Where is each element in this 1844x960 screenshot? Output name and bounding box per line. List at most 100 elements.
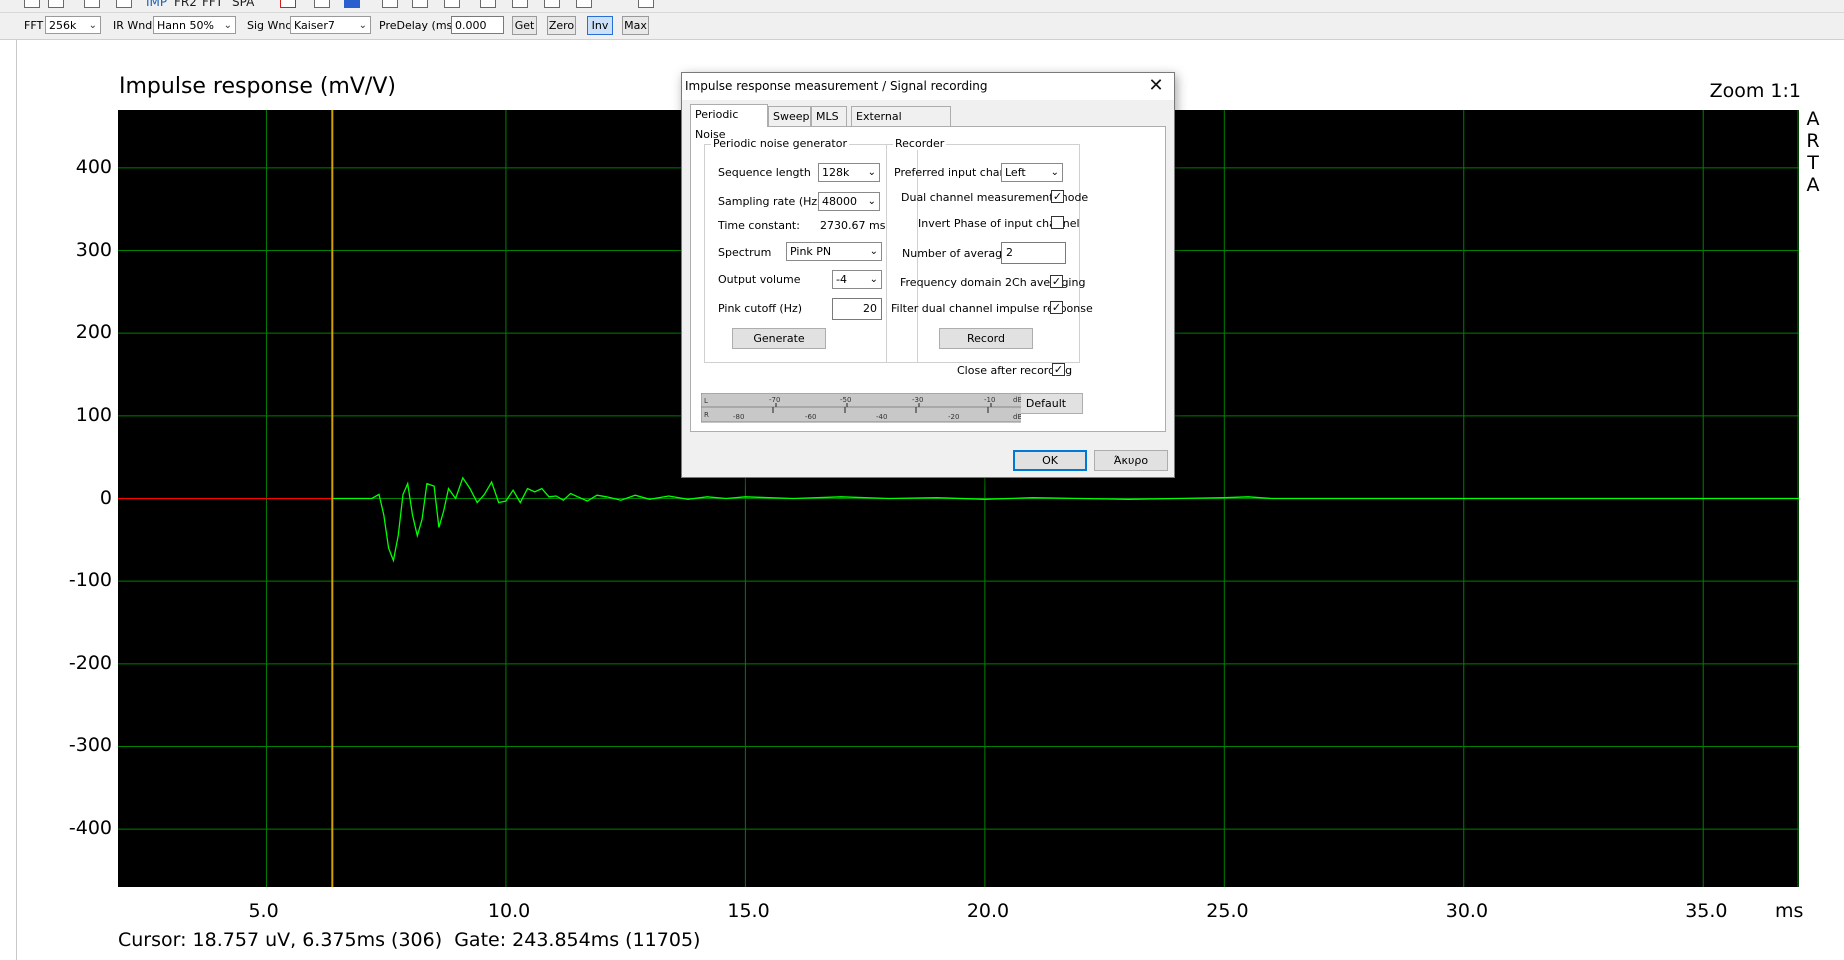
- spectrum-select[interactable]: Pink PN ⌄: [786, 242, 882, 261]
- logo-letter: A: [1806, 174, 1820, 196]
- chart-scale-icon[interactable]: [512, 0, 528, 8]
- meter-tick-label: -50: [840, 396, 851, 404]
- window-icon[interactable]: [576, 0, 592, 8]
- pink-cutoff-input[interactable]: 20: [832, 298, 882, 320]
- measurement-dialog: Impulse response measurement / Signal re…: [681, 72, 1175, 478]
- meter-l-label: L: [704, 397, 708, 405]
- sampling-rate-value: 48000: [822, 195, 857, 208]
- print-icon[interactable]: [116, 0, 132, 8]
- overlay-delete-icon[interactable]: [444, 0, 460, 8]
- main-toolbar: IMP FR2 FFT SPA: [0, 0, 1844, 13]
- generator-icon[interactable]: [314, 0, 330, 8]
- sampling-rate-select[interactable]: 48000 ⌄: [818, 192, 880, 211]
- freq-domain-checkbox[interactable]: ✓: [1050, 275, 1063, 288]
- fft-size-select[interactable]: 256k ⌄: [45, 16, 101, 34]
- chevron-down-icon: ⌄: [867, 167, 876, 178]
- close-icon[interactable]: ✕: [1144, 74, 1168, 98]
- inv-button[interactable]: Inv: [587, 16, 613, 35]
- input-level-meter: L R -70 -50 -30 -10 dB -80 -60 -40 -20 dB: [701, 393, 1021, 423]
- logo-letter: A: [1806, 108, 1820, 130]
- get-button[interactable]: Get: [512, 16, 537, 35]
- preferred-input-select[interactable]: Left ⌄: [1001, 163, 1063, 182]
- sig-window-label: Sig Wnd: [247, 19, 293, 32]
- window-left-border: [16, 40, 17, 960]
- tab-panel: Periodic noise generator Sequence length…: [690, 126, 1166, 432]
- copy-icon[interactable]: [84, 0, 100, 8]
- fft-size-value: 256k: [49, 19, 77, 32]
- tab-periodic-noise[interactable]: Periodic Noise: [690, 104, 768, 141]
- generator-group-title: Periodic noise generator: [711, 137, 849, 150]
- meter-tick-label: -60: [805, 413, 816, 421]
- zero-button[interactable]: Zero: [547, 16, 576, 35]
- check-icon: ✓: [1053, 363, 1064, 376]
- fft-mode-button[interactable]: FFT: [202, 0, 223, 9]
- chart-icon[interactable]: [480, 0, 496, 8]
- meter-tick-label: -70: [769, 396, 780, 404]
- time-constant-label: Time constant:: [718, 219, 800, 232]
- chevron-down-icon: ⌄: [223, 20, 232, 31]
- max-button[interactable]: Max: [622, 16, 649, 35]
- x-axis-unit: ms: [1775, 900, 1804, 922]
- averages-input[interactable]: 2: [1001, 242, 1066, 264]
- y-tick-label: -100: [68, 569, 112, 592]
- cancel-button[interactable]: Άκυρο: [1094, 450, 1168, 471]
- generate-button[interactable]: Generate: [732, 328, 826, 349]
- impulse-trace: [332, 476, 1799, 563]
- meter-tick-label: -20: [948, 413, 959, 421]
- y-tick-label: 0: [99, 486, 112, 509]
- sig-window-value: Kaiser7: [294, 19, 335, 32]
- meter-tick-label: -80: [733, 413, 744, 421]
- y-tick-label: 100: [75, 403, 112, 426]
- x-tick-label: 35.0: [1685, 900, 1728, 922]
- imp-mode-button[interactable]: IMP: [146, 0, 167, 9]
- dual-channel-checkbox[interactable]: ✓: [1051, 190, 1064, 203]
- tab-sweep[interactable]: Sweep: [768, 106, 811, 126]
- meter-tick-label: -10: [984, 396, 995, 404]
- sequence-length-label: Sequence length: [718, 166, 811, 179]
- x-tick-label: 10.0: [487, 900, 531, 922]
- sequence-length-select[interactable]: 128k ⌄: [818, 163, 880, 182]
- dialog-titlebar[interactable]: Impulse response measurement / Signal re…: [682, 73, 1174, 100]
- zoom-icon[interactable]: [544, 0, 560, 8]
- spectrum-value: Pink PN: [790, 245, 832, 258]
- record-icon[interactable]: [280, 0, 296, 8]
- ir-window-select[interactable]: Hann 50% ⌄: [153, 16, 236, 34]
- x-tick-label: 15.0: [727, 900, 770, 922]
- sampling-rate-label: Sampling rate (Hz): [718, 195, 822, 208]
- arta-logo: A R T A: [1806, 108, 1820, 196]
- sequence-length-value: 128k: [822, 166, 850, 179]
- meter-r-label: R: [704, 411, 709, 419]
- sig-window-select[interactable]: Kaiser7 ⌄: [290, 16, 371, 34]
- tab-mls[interactable]: MLS: [811, 106, 847, 126]
- y-tick-label: 400: [75, 155, 112, 178]
- check-icon: ✓: [1051, 301, 1062, 314]
- record-button[interactable]: Record: [939, 328, 1033, 349]
- graph-title: Impulse response (mV/V): [119, 74, 396, 99]
- ir-window-value: Hann 50%: [157, 19, 214, 32]
- spa-mode-button[interactable]: SPA: [232, 0, 254, 9]
- check-icon: ✓: [1051, 275, 1062, 288]
- predelay-input[interactable]: 0.000: [451, 16, 504, 34]
- y-tick-label: 200: [75, 321, 112, 344]
- help-icon[interactable]: [638, 0, 654, 8]
- logo-letter: T: [1807, 152, 1819, 174]
- output-volume-value: -4: [836, 273, 847, 286]
- meter-tick-label: dB: [1013, 413, 1021, 421]
- measure-icon[interactable]: [344, 0, 360, 8]
- ir-window-label: IR Wnd: [113, 19, 153, 32]
- filter-dual-checkbox[interactable]: ✓: [1050, 301, 1063, 314]
- ok-button[interactable]: OK: [1013, 450, 1087, 471]
- zoom-label[interactable]: Zoom 1:1: [1710, 80, 1801, 102]
- overlay-icon[interactable]: [382, 0, 398, 8]
- invert-phase-checkbox[interactable]: [1051, 216, 1064, 229]
- averages-label: Number of averages: [902, 247, 1015, 260]
- open-icon[interactable]: [24, 0, 40, 8]
- close-after-checkbox[interactable]: ✓: [1052, 363, 1065, 376]
- output-volume-select[interactable]: -4 ⌄: [832, 270, 882, 289]
- overlay-add-icon[interactable]: [412, 0, 428, 8]
- y-tick-label: 300: [75, 238, 112, 261]
- x-tick-label: 5.0: [248, 900, 279, 922]
- tab-external-excitation[interactable]: External excitation: [851, 106, 951, 143]
- save-icon[interactable]: [48, 0, 64, 8]
- fr2-mode-button[interactable]: FR2: [174, 0, 197, 9]
